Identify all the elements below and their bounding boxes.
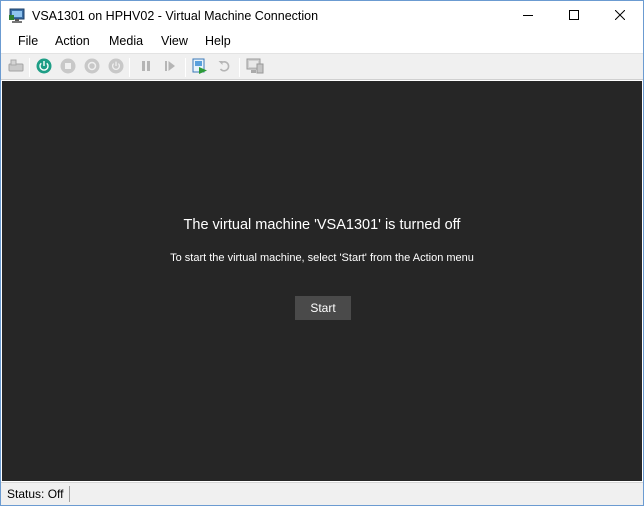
vm-connection-window: VSA1301 on HPHV02 - Virtual Machine Conn… <box>0 0 644 506</box>
menu-file[interactable]: File <box>16 34 40 48</box>
turn-off-icon <box>60 58 76 77</box>
resume-button[interactable] <box>161 58 179 76</box>
save-button[interactable] <box>107 58 125 76</box>
checkpoint-button[interactable] <box>191 58 209 76</box>
vm-display-area[interactable]: The virtual machine 'VSA1301' is turned … <box>2 81 642 481</box>
title-bar: VSA1301 on HPHV02 - Virtual Machine Conn… <box>1 1 643 31</box>
save-icon <box>108 58 124 77</box>
shut-down-icon <box>84 58 100 77</box>
pause-button[interactable] <box>137 58 155 76</box>
enhanced-session-button[interactable] <box>246 58 264 76</box>
turn-off-button[interactable] <box>59 58 77 76</box>
window-title: VSA1301 on HPHV02 - Virtual Machine Conn… <box>32 9 319 23</box>
status-separator <box>69 486 70 502</box>
status-text: Status: Off <box>7 487 64 501</box>
enhanced-session-icon <box>246 58 264 77</box>
vm-off-message-title: The virtual machine 'VSA1301' is turned … <box>183 217 461 233</box>
pause-icon <box>139 59 153 76</box>
status-bar: Status: Off <box>1 482 643 505</box>
vm-off-message-instruction: To start the virtual machine, select 'St… <box>170 252 474 264</box>
maximize-icon <box>569 9 579 23</box>
toolbar-separator <box>129 58 130 77</box>
start-toolbar-button[interactable] <box>35 58 53 76</box>
maximize-button[interactable] <box>551 1 597 31</box>
start-button[interactable]: Start <box>295 296 351 320</box>
resume-icon <box>163 59 177 76</box>
close-icon <box>614 9 626 23</box>
minimize-button[interactable] <box>505 1 551 31</box>
start-icon <box>36 58 52 77</box>
shut-down-button[interactable] <box>83 58 101 76</box>
menu-bar: File Action Media View Help <box>1 31 643 53</box>
toolbar <box>1 53 643 80</box>
checkpoint-icon <box>192 58 208 77</box>
toolbar-separator <box>239 58 240 77</box>
close-button[interactable] <box>597 1 643 31</box>
vm-connection-app-icon <box>9 8 25 24</box>
menu-action[interactable]: Action <box>53 34 92 48</box>
revert-icon <box>217 59 231 76</box>
toolbar-separator <box>185 58 186 77</box>
ctrl-alt-del-button[interactable] <box>7 58 25 76</box>
revert-button[interactable] <box>215 58 233 76</box>
menu-media[interactable]: Media <box>107 34 145 48</box>
toolbar-separator <box>29 58 30 77</box>
ctrl-alt-del-icon <box>8 59 24 76</box>
menu-view[interactable]: View <box>159 34 190 48</box>
menu-help[interactable]: Help <box>203 34 233 48</box>
minimize-icon <box>523 9 533 23</box>
